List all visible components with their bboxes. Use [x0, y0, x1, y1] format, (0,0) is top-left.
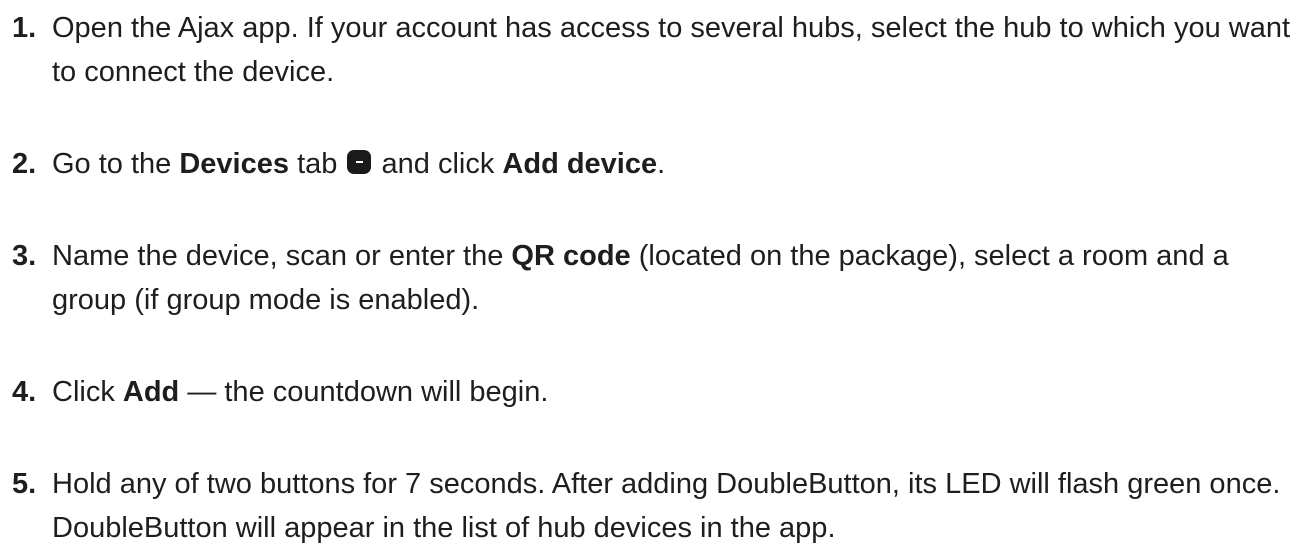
qr-code-label: QR code [511, 240, 631, 272]
text-segment: . [657, 148, 666, 180]
step-text: Open the Ajax app. If your account has a… [52, 12, 1291, 88]
devices-label: Devices [179, 148, 290, 180]
step-3: 3. Name the device, scan or enter the QR… [12, 234, 1307, 322]
step-2: 2. Go to the Devices tab and click Add d… [12, 142, 1307, 186]
text-segment: Go to the [52, 148, 180, 180]
step-1: 1. Open the Ajax app. If your account ha… [12, 6, 1307, 94]
text-segment: tab [289, 148, 346, 180]
add-label: Add [122, 376, 180, 408]
step-text: Go to the Devices tab and click Add devi… [52, 148, 665, 180]
step-5: 5. Hold any of two buttons for 7 seconds… [12, 462, 1307, 550]
text-segment: — the countdown will begin. [179, 376, 549, 408]
text-segment: and click [373, 148, 503, 180]
text-segment: Name the device, scan or enter the [52, 240, 512, 272]
step-number: 5. [12, 468, 37, 500]
step-number: 2. [12, 148, 37, 180]
step-text: Hold any of two buttons for 7 seconds. A… [52, 468, 1281, 544]
devices-tab-icon [347, 150, 372, 174]
add-device-label: Add device [502, 148, 658, 180]
text-segment: Click [52, 376, 123, 408]
step-number: 1. [12, 12, 37, 44]
step-text: Click Add — the countdown will begin. [52, 376, 548, 408]
step-text: Name the device, scan or enter the QR co… [52, 240, 1229, 316]
step-number: 4. [12, 376, 37, 408]
step-4: 4. Click Add — the countdown will begin. [12, 370, 1307, 414]
step-number: 3. [12, 240, 37, 272]
